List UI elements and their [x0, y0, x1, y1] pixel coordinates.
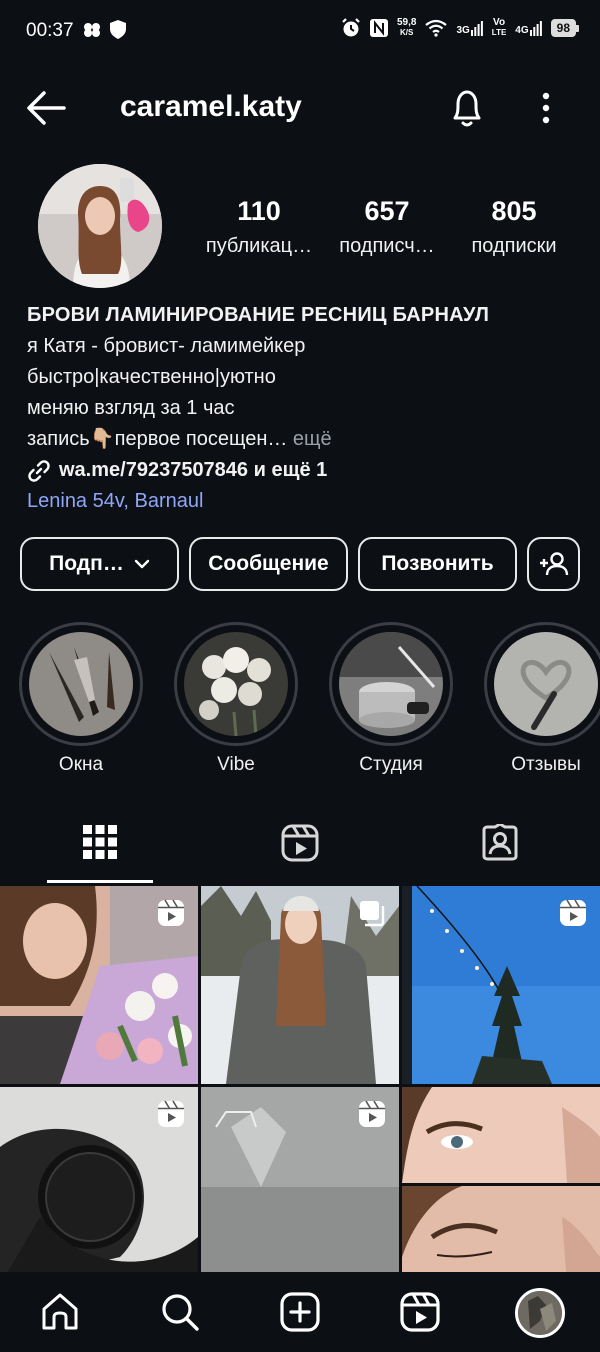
highlight-ring	[19, 622, 143, 746]
stat-following-label: подписки	[471, 235, 557, 257]
net-speed: 59,8 K/S	[396, 17, 417, 38]
highlight-label: Отзывы	[511, 754, 581, 775]
reel-badge-icon	[560, 899, 586, 926]
signal-bars-icon	[470, 21, 483, 36]
post-thumbnail[interactable]	[0, 886, 198, 1084]
highlight-cover	[184, 632, 288, 736]
profile-username: caramel.katy	[120, 90, 302, 123]
stat-posts[interactable]: 110 публикац…	[198, 196, 320, 258]
more-vertical-icon	[542, 92, 550, 124]
status-right-icons: 59,8 K/S 3G Vo LTE 4G 98	[341, 17, 580, 38]
highlight-label: Vibe	[217, 754, 255, 775]
highlight-label: Окна	[58, 754, 104, 775]
highlight-ring	[484, 622, 600, 746]
signal-3g: 3G	[456, 20, 483, 36]
call-button[interactable]: Позвонить	[358, 537, 517, 591]
notifications-button[interactable]	[447, 86, 487, 130]
nav-search[interactable]	[158, 1290, 202, 1334]
bio-title: БРОВИ ЛАМИНИРОВАНИЕ РЕСНИЦ БАРНАУЛ	[27, 304, 490, 326]
active-tab-indicator	[47, 880, 153, 883]
battery-indicator: 98	[550, 19, 580, 37]
tab-posts-grid[interactable]	[0, 820, 200, 882]
post-thumbnail[interactable]	[201, 886, 399, 1084]
avatar-photo	[38, 164, 162, 288]
alarm-icon	[342, 18, 360, 37]
bio-line: быстро|качественно|уютно	[27, 366, 276, 388]
stat-followers-label: подписч…	[339, 235, 435, 257]
nav-create[interactable]	[278, 1290, 322, 1334]
stat-following[interactable]: 805 подписки	[458, 196, 570, 258]
back-button[interactable]	[24, 88, 68, 128]
bio-link-text: wa.me/79237507846 и ещё 1	[59, 459, 328, 481]
post-thumbnail[interactable]	[402, 1087, 600, 1285]
stat-followers[interactable]: 657 подписч…	[328, 196, 446, 258]
chevron-down-icon	[134, 559, 150, 569]
stat-posts-value: 110	[237, 196, 281, 226]
bio-link[interactable]: wa.me/79237507846 и ещё 1	[27, 455, 587, 486]
reel-badge-icon	[158, 899, 184, 926]
highlight-ring	[174, 622, 298, 746]
tab-tagged[interactable]	[400, 820, 600, 882]
highlight-studio[interactable]: Студия	[329, 622, 453, 776]
highlight-ring	[329, 622, 453, 746]
bell-icon	[453, 90, 481, 127]
reel-badge-icon	[359, 1100, 385, 1127]
add-person-button[interactable]	[527, 537, 580, 591]
search-icon	[162, 1294, 199, 1331]
nfc-icon	[369, 19, 388, 37]
status-bar: 00:37 59,8 K/S 3G Vo LTE 4G 98	[0, 0, 600, 64]
grid-icon	[83, 825, 117, 859]
reels-icon	[400, 1292, 440, 1332]
stat-posts-label: публикац…	[205, 235, 313, 257]
bio-line-truncated: запись👇🏼первое посещен… ещё	[27, 428, 332, 450]
bio-more-link[interactable]: ещё	[287, 428, 332, 450]
wifi-icon	[425, 19, 448, 37]
message-button[interactable]: Сообщение	[189, 537, 348, 591]
reel-badge-icon	[158, 1100, 184, 1127]
highlight-cover	[339, 632, 443, 736]
bio-location[interactable]: Lenina 54v, Barnaul	[27, 486, 587, 517]
profile-header: caramel.katy	[0, 78, 600, 138]
nav-reels[interactable]	[398, 1290, 442, 1334]
message-button-label: Сообщение	[208, 552, 329, 575]
following-button[interactable]: Подп…	[20, 537, 179, 591]
status-time: 00:37	[26, 20, 74, 41]
highlight-cover	[29, 632, 133, 736]
post-thumbnail[interactable]	[201, 1087, 399, 1285]
stat-followers-value: 657	[364, 196, 410, 226]
call-button-label: Позвонить	[381, 552, 494, 575]
profile-bio: БРОВИ ЛАМИНИРОВАНИЕ РЕСНИЦ БАРНАУЛ я Кат…	[27, 300, 587, 517]
clover-icon	[84, 22, 100, 37]
stat-following-value: 805	[491, 196, 537, 226]
following-button-label: Подп…	[49, 552, 124, 575]
tab-reels[interactable]	[200, 820, 400, 882]
volte: Vo LTE	[491, 17, 507, 38]
bio-line: я Катя - бровист- ламимейкер	[27, 335, 306, 357]
status-left-icons	[82, 20, 126, 39]
more-options-button[interactable]	[534, 88, 558, 128]
post-thumbnail[interactable]	[0, 1087, 198, 1285]
nav-home[interactable]	[38, 1290, 82, 1334]
signal-bars-icon	[529, 21, 542, 36]
reels-icon	[281, 824, 319, 862]
signal-4g: 4G	[515, 20, 542, 36]
home-icon	[42, 1293, 78, 1330]
arrow-left-icon	[27, 91, 66, 125]
link-icon	[28, 459, 50, 482]
nav-profile-avatar[interactable]	[515, 1288, 565, 1338]
bio-line: меняю взгляд за 1 час	[27, 397, 235, 419]
add-user-icon	[539, 552, 568, 576]
shield-icon	[110, 20, 126, 39]
carousel-badge-icon	[360, 901, 385, 927]
profile-avatar[interactable]	[38, 164, 162, 288]
highlight-reviews[interactable]: Отзывы	[484, 622, 600, 776]
highlight-windows[interactable]: Окна	[19, 622, 143, 776]
highlight-label: Студия	[359, 754, 423, 775]
highlight-cover	[494, 632, 598, 736]
tagged-person-icon	[482, 824, 518, 861]
highlight-vibe[interactable]: Vibe	[174, 622, 298, 776]
post-thumbnail[interactable]	[402, 886, 600, 1084]
plus-square-icon	[280, 1292, 320, 1332]
bottom-navigation	[0, 1272, 600, 1352]
